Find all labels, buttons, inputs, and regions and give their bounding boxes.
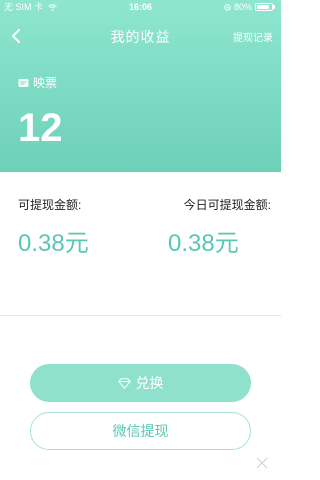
withdraw-history-link[interactable]: 提现记录 bbox=[233, 29, 273, 44]
corner-decoration-icon bbox=[256, 457, 268, 469]
withdrawable-value: 0.38元 bbox=[18, 230, 89, 257]
nav-bar: 我的收益 提现记录 bbox=[0, 18, 281, 54]
ticket-label-text: 映票 bbox=[33, 76, 58, 90]
diamond-icon bbox=[117, 377, 131, 389]
battery-percent: 80% bbox=[233, 2, 252, 12]
today-withdrawable-label: 今日可提现金额: bbox=[183, 198, 271, 212]
section-divider bbox=[0, 315, 281, 316]
wechat-withdraw-button[interactable]: 微信提现 bbox=[30, 412, 251, 450]
exchange-button[interactable]: 兑换 bbox=[30, 364, 251, 402]
status-bar: 无 SIM 卡 16:06 80% bbox=[0, 0, 281, 14]
location-icon bbox=[224, 3, 231, 11]
ticket-count: 12 bbox=[18, 106, 63, 150]
earnings-header: 无 SIM 卡 16:06 80% 我的收益 提现记录 映票 12 bbox=[0, 0, 281, 172]
wechat-withdraw-label: 微信提现 bbox=[112, 423, 169, 439]
today-withdrawable-value: 0.38元 bbox=[168, 230, 239, 257]
battery-icon bbox=[255, 3, 275, 11]
exchange-button-label: 兑换 bbox=[135, 375, 164, 391]
ticket-label: 映票 bbox=[18, 74, 57, 91]
status-right: 80% bbox=[224, 0, 275, 14]
ticket-icon bbox=[18, 78, 29, 87]
withdrawable-label: 可提现金额: bbox=[18, 198, 82, 212]
